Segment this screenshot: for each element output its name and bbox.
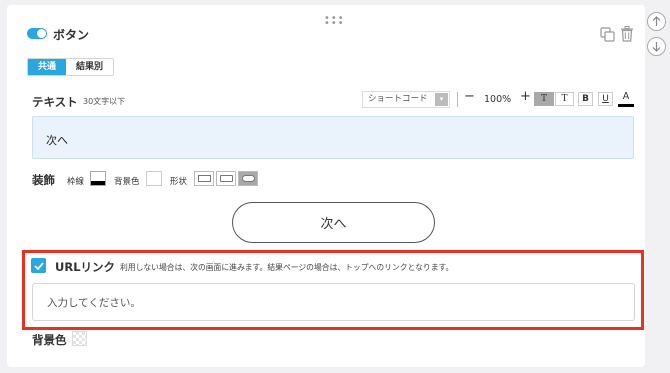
tab-common[interactable]: 共通 xyxy=(28,59,67,75)
tab-group: 共通 結果別 xyxy=(27,58,115,76)
text-style-filled-button[interactable]: T xyxy=(534,92,554,106)
background-color-label: 背景色 xyxy=(114,177,140,187)
shape-square-button[interactable] xyxy=(194,171,214,186)
arrow-down-icon xyxy=(652,42,661,52)
move-up-button[interactable] xyxy=(647,12,666,31)
button-preview[interactable]: 次へ xyxy=(232,202,435,243)
block-title: ボタン xyxy=(53,28,90,42)
text-section-label: テキスト xyxy=(32,95,78,109)
zoom-in-button[interactable]: + xyxy=(520,89,531,104)
move-down-button[interactable] xyxy=(647,37,666,56)
zoom-level: 100% xyxy=(484,94,512,105)
frame-label: 枠線 xyxy=(67,177,85,187)
font-color-button[interactable]: A xyxy=(618,91,634,107)
shortcode-label: ショートコード xyxy=(368,94,428,104)
shape-rounded-button[interactable] xyxy=(216,171,236,186)
arrow-up-icon xyxy=(652,16,661,26)
shape-pill-button[interactable] xyxy=(238,171,258,186)
drag-handle-icon[interactable]: ••• ••• xyxy=(324,14,345,29)
copy-icon[interactable] xyxy=(600,27,615,42)
text-limit-hint: 30文字以下 xyxy=(83,97,126,106)
bold-button[interactable]: B xyxy=(578,92,593,106)
trash-icon[interactable] xyxy=(620,26,634,42)
toolbar-divider xyxy=(457,92,458,107)
dropdown-icon: ▾ xyxy=(435,93,448,106)
url-link-checkbox[interactable] xyxy=(31,258,46,273)
tab-by-result[interactable]: 結果別 xyxy=(66,59,114,75)
url-input[interactable]: 入力してください。 xyxy=(32,283,635,321)
shape-selector xyxy=(194,171,258,186)
check-icon xyxy=(33,261,44,270)
text-style-button[interactable]: T xyxy=(555,92,574,106)
shape-label: 形状 xyxy=(170,177,188,187)
background-color-swatch[interactable] xyxy=(146,171,162,186)
frame-color-swatch[interactable] xyxy=(90,171,106,186)
underline-button[interactable]: U xyxy=(598,92,613,106)
transparent-color-swatch[interactable] xyxy=(72,331,87,346)
button-text-input[interactable]: 次へ xyxy=(32,116,634,159)
zoom-out-button[interactable]: − xyxy=(464,89,475,104)
bottom-background-label: 背景色 xyxy=(32,333,67,347)
decoration-label: 装飾 xyxy=(32,173,55,187)
url-link-hint: 利用しない場合は、次の画面に進みます。結果ページの場合は、トップへのリンクとなり… xyxy=(120,263,454,272)
block-toggle[interactable] xyxy=(27,28,47,39)
url-link-label: URLリンク xyxy=(55,260,116,274)
shortcode-select[interactable]: ショートコード ▾ xyxy=(362,91,450,108)
